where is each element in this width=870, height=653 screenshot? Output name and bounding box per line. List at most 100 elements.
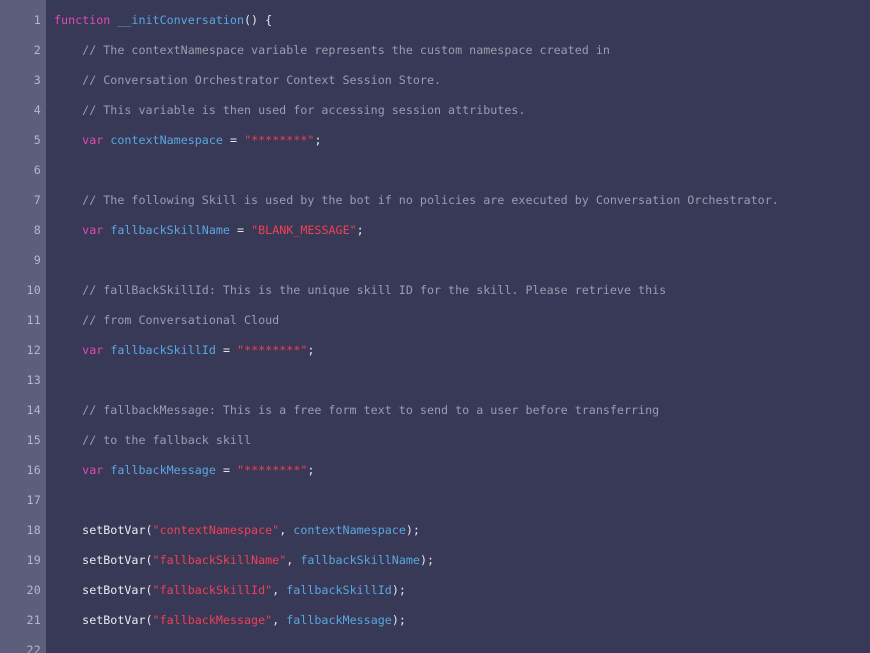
code-token: ( (145, 583, 153, 597)
line-number-gutter: 1 2 3 4 5 6 7 8 9 10 11 12 13 14 15 16 17 18 19 20 21 22 (0, 0, 46, 653)
code-token: ( (145, 553, 153, 567)
line-number: 1 (33, 13, 41, 27)
code-line[interactable]: setBotVar("contextNamespace", contextNam… (46, 515, 870, 545)
code-line[interactable]: setBotVar("fallbackSkillId", fallbackSki… (46, 575, 870, 605)
code-token: "fallbackMessage" (152, 613, 273, 627)
code-token: ; (307, 343, 315, 357)
code-line[interactable]: var fallbackSkillName = "BLANK_MESSAGE"; (46, 215, 870, 245)
code-line[interactable] (46, 365, 870, 395)
code-token: fallbackSkillName (110, 223, 230, 237)
line-number: 18 (26, 523, 41, 537)
code-token: // This variable is then used for access… (82, 103, 526, 117)
code-content-area[interactable]: function __initConversation() { // The c… (46, 0, 870, 653)
code-token: // from Conversational Cloud (82, 313, 280, 327)
code-line[interactable]: // Conversation Orchestrator Context Ses… (46, 65, 870, 95)
line-number: 14 (26, 403, 41, 417)
line-number: 2 (33, 43, 41, 57)
code-token: , (286, 553, 301, 567)
code-token: contextNamespace (110, 133, 223, 147)
code-token: var (82, 343, 104, 357)
code-line[interactable]: // from Conversational Cloud (46, 305, 870, 335)
code-token: , (272, 583, 287, 597)
line-number: 16 (26, 463, 41, 477)
code-token: , (272, 613, 287, 627)
code-token: // fallBackSkillId: This is the unique s… (82, 283, 667, 297)
code-token: // fallbackMessage: This is a free form … (82, 403, 660, 417)
line-number: 15 (26, 433, 41, 447)
code-token: contextNamespace (293, 523, 406, 537)
code-token: "********" (237, 463, 308, 477)
code-token: "********" (244, 133, 315, 147)
code-line[interactable]: var fallbackSkillId = "********"; (46, 335, 870, 365)
code-token: "fallbackSkillId" (152, 583, 273, 597)
code-token: setBotVar (82, 523, 146, 537)
line-number: 8 (33, 223, 41, 237)
code-line[interactable]: // This variable is then used for access… (46, 95, 870, 125)
code-line[interactable]: setBotVar("fallbackSkillName", fallbackS… (46, 545, 870, 575)
code-token: = (229, 133, 238, 147)
line-number: 21 (26, 613, 41, 627)
code-line[interactable]: // The contextNamespace variable represe… (46, 35, 870, 65)
line-number: 17 (26, 493, 41, 507)
code-line[interactable] (46, 485, 870, 515)
code-token: "********" (237, 343, 308, 357)
code-line[interactable]: // fallBackSkillId: This is the unique s… (46, 275, 870, 305)
line-number: 11 (26, 313, 41, 327)
code-token: setBotVar (82, 553, 146, 567)
code-token: ); (391, 613, 406, 627)
code-token: var (82, 133, 104, 147)
code-token: function (54, 13, 111, 27)
code-token: // The following Skill is used by the bo… (82, 193, 779, 207)
code-token: ); (391, 583, 406, 597)
code-line[interactable] (46, 155, 870, 185)
code-token: ( (145, 613, 153, 627)
code-token: // Conversation Orchestrator Context Ses… (82, 73, 442, 87)
code-line[interactable]: // fallbackMessage: This is a free form … (46, 395, 870, 425)
code-line[interactable]: setBotVar("fallbackMessage", fallbackMes… (46, 605, 870, 635)
code-token: "fallbackSkillName" (152, 553, 287, 567)
code-token: = (237, 223, 245, 237)
line-number: 7 (33, 193, 41, 207)
code-line[interactable] (46, 635, 870, 653)
code-line[interactable] (46, 245, 870, 275)
code-line[interactable]: // The following Skill is used by the bo… (46, 185, 870, 215)
code-line[interactable]: function __initConversation() { (46, 5, 870, 35)
code-line[interactable]: var fallbackMessage = "********"; (46, 455, 870, 485)
code-token: fallbackMessage (110, 463, 216, 477)
code-token: setBotVar (82, 613, 146, 627)
code-token: // The contextNamespace variable represe… (82, 43, 610, 57)
code-editor[interactable]: 1 2 3 4 5 6 7 8 9 10 11 12 13 14 15 16 17 18 19 20 21 22 func… (0, 0, 870, 653)
code-token: fallbackSkillName (300, 553, 420, 567)
line-number: 3 (33, 73, 41, 87)
code-token: , (279, 523, 294, 537)
code-token: var (82, 223, 104, 237)
code-token: "contextNamespace" (152, 523, 280, 537)
code-token: setBotVar (82, 583, 146, 597)
code-token: fallbackSkillId (286, 583, 392, 597)
code-token: ); (405, 523, 420, 537)
code-token: = (222, 463, 230, 477)
code-token: = (222, 343, 230, 357)
code-line[interactable]: // to the fallback skill (46, 425, 870, 455)
code-line[interactable]: var contextNamespace = "********"; (46, 125, 870, 155)
line-number: 10 (26, 283, 41, 297)
code-token: fallbackSkillId (110, 343, 216, 357)
code-token: ; (307, 463, 315, 477)
line-number: 19 (26, 553, 41, 567)
code-token: "BLANK_MESSAGE" (251, 223, 357, 237)
